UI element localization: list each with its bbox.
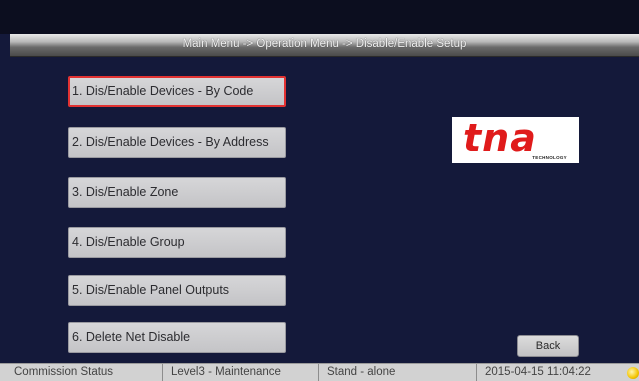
menu-item-devices-by-address[interactable]: 2. Dis/Enable Devices - By Address	[68, 127, 286, 158]
menu-item-devices-by-code[interactable]: 1. Dis/Enable Devices - By Code	[68, 76, 286, 107]
menu-item-panel-outputs[interactable]: 5. Dis/Enable Panel Outputs	[68, 275, 286, 306]
top-black-band	[0, 0, 639, 34]
status-datetime: 2015-04-15 11:04:22	[485, 366, 591, 378]
menu-item-group[interactable]: 4. Dis/Enable Group	[68, 227, 286, 258]
status-mode: Stand - alone	[319, 364, 477, 381]
status-commission: Commission Status	[0, 364, 163, 381]
status-bar: Commission Status Level3 - Maintenance S…	[0, 363, 639, 381]
logo-tagline: TECHNOLOGY	[532, 155, 567, 160]
status-access-level: Level3 - Maintenance	[163, 364, 319, 381]
title-bar: Main Menu -> Operation Menu -> Disable/E…	[10, 34, 639, 57]
breadcrumb: Main Menu -> Operation Menu -> Disable/E…	[182, 38, 467, 50]
logo-wordmark: tna	[463, 116, 537, 160]
bulb-icon	[627, 367, 639, 379]
back-button[interactable]: Back	[517, 335, 579, 357]
menu-item-zone[interactable]: 3. Dis/Enable Zone	[68, 177, 286, 208]
menu-item-delete-net-disable[interactable]: 6. Delete Net Disable	[68, 322, 286, 353]
tna-logo: tna TECHNOLOGY	[452, 117, 579, 163]
